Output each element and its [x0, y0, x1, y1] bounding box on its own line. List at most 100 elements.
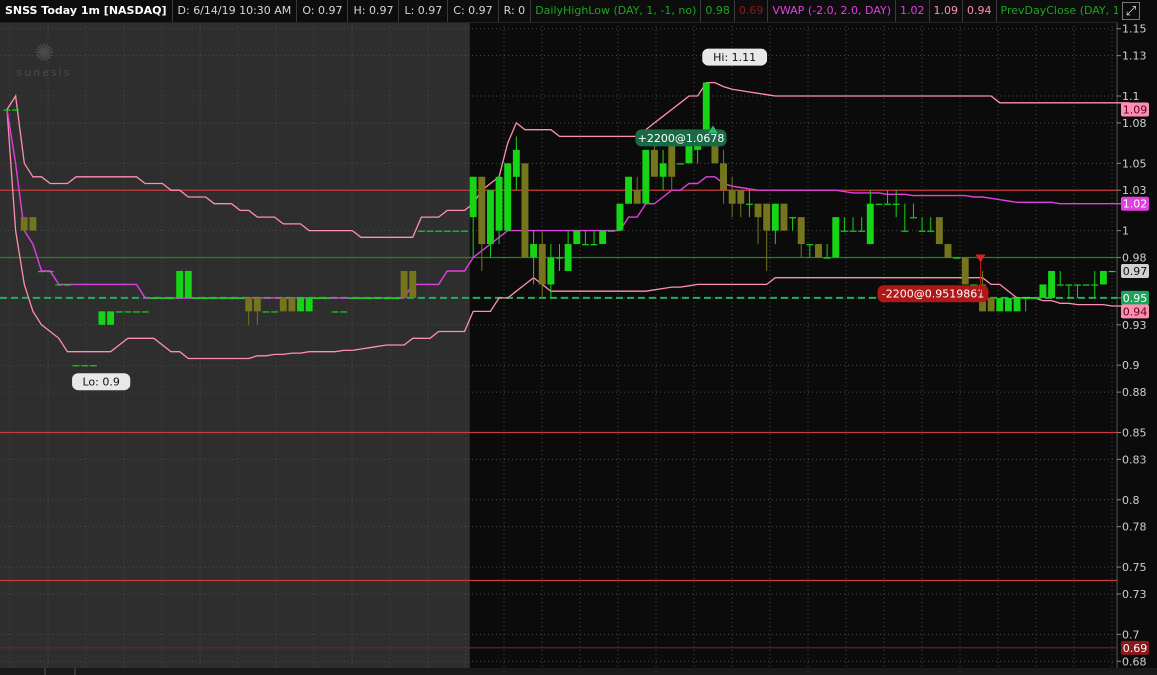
- candle: [780, 203, 788, 231]
- study-value: 0.69: [735, 0, 769, 22]
- candle: [210, 297, 218, 300]
- candle-body: [737, 190, 745, 204]
- symbol-title[interactable]: SNSS Today 1m [NASDAQ]: [0, 0, 173, 22]
- candle-body: [763, 203, 771, 231]
- candle-body: [133, 311, 140, 313]
- candle-body: [262, 311, 270, 313]
- study-legend: DailyHighLow (DAY, 1, -1, no) 0.98 0.69 VWA…: [531, 0, 1118, 22]
- candle-body: [314, 297, 322, 300]
- bar-low: L: 0.97: [399, 0, 449, 22]
- candle-body: [581, 244, 589, 246]
- candle-body: [461, 230, 468, 232]
- candle: [288, 297, 296, 312]
- candle-body: [745, 203, 753, 205]
- candle: [115, 311, 123, 313]
- candlestick-chart[interactable]: 1.15 1.13 1.1 1.08 1.05 1.03 1 0.98 0.95 0.93 0.9 0…: [0, 0, 1157, 675]
- candle: [1030, 297, 1038, 300]
- candle-body: [720, 163, 727, 191]
- candle-body: [20, 217, 28, 231]
- candle: [702, 82, 710, 137]
- candle-body: [63, 284, 71, 286]
- candle: [1013, 297, 1021, 312]
- candle: [616, 203, 624, 231]
- candle-body: [849, 230, 857, 232]
- candle: [599, 230, 607, 245]
- candle-body: [271, 311, 279, 313]
- candle-body: [556, 257, 563, 259]
- candle-body: [996, 297, 1004, 312]
- candle: [3, 109, 11, 111]
- maximize-icon[interactable]: ⤢: [1122, 2, 1140, 20]
- y-tick-label: 0.88: [1122, 386, 1147, 399]
- candle: [20, 217, 28, 231]
- candle-body: [357, 297, 365, 300]
- candle: [12, 109, 20, 111]
- candle-body: [1065, 284, 1073, 286]
- candle-body: [815, 244, 822, 258]
- candle: [98, 311, 106, 325]
- candle: [392, 297, 399, 300]
- candle-body: [521, 163, 529, 258]
- candle-body: [728, 190, 736, 204]
- y-tick-label: 1.1: [1122, 90, 1140, 103]
- candle: [443, 230, 451, 232]
- candle: [832, 217, 840, 258]
- y-tick-label: 0.9: [1122, 359, 1140, 372]
- candle-body: [918, 230, 926, 232]
- y-tick-label: 0.75: [1122, 561, 1147, 574]
- candle-body: [348, 297, 356, 300]
- y-tick-label: 1.05: [1122, 157, 1147, 170]
- candle-body: [219, 297, 227, 300]
- candle-body: [322, 297, 330, 300]
- candle-body: [150, 297, 158, 300]
- candle-body: [81, 365, 89, 367]
- annotation-text: Lo: 0.9: [82, 376, 119, 389]
- candle: [89, 365, 97, 367]
- y-tick-label: 0.7: [1122, 628, 1140, 641]
- annotation-text: Hi: 1.11: [713, 51, 756, 64]
- candle: [504, 163, 512, 231]
- candle-body: [1082, 284, 1090, 286]
- candle: [193, 297, 201, 300]
- candle: [452, 230, 460, 232]
- candle: [184, 270, 192, 298]
- candle-body: [1004, 297, 1012, 312]
- study-label[interactable]: VWAP (-2.0, 2.0, DAY): [768, 0, 897, 22]
- candle-body: [417, 230, 425, 232]
- candle-body: [1091, 284, 1099, 286]
- candle: [815, 244, 822, 258]
- candle: [314, 297, 322, 300]
- candle-body: [426, 230, 434, 232]
- candle: [202, 297, 210, 300]
- candle: [607, 230, 615, 232]
- study-value: 1.02: [896, 0, 930, 22]
- study-label[interactable]: PrevDayClose (DAY, 1, -1, no): [997, 0, 1118, 22]
- candle-body: [625, 176, 633, 204]
- candle-body: [141, 311, 149, 313]
- candle-body: [754, 203, 762, 218]
- study-label[interactable]: DailyHighLow (DAY, 1, -1, no): [531, 0, 702, 22]
- price-tag: 0.94: [1121, 304, 1149, 319]
- candle-body: [935, 217, 943, 245]
- candle-body: [1056, 284, 1064, 286]
- candle-body: [840, 230, 848, 232]
- price-tag: 0.69: [1121, 640, 1149, 655]
- candle-body: [1099, 270, 1107, 285]
- y-tick-label: 0.83: [1122, 453, 1147, 466]
- candle: [236, 297, 244, 300]
- candle: [63, 284, 71, 286]
- candle-body: [486, 190, 494, 245]
- candle-body: [228, 297, 235, 300]
- candle: [141, 311, 149, 313]
- candle-body: [987, 297, 995, 312]
- candle: [417, 230, 425, 232]
- candle: [996, 297, 1004, 312]
- price-tag: 0.95: [1121, 290, 1149, 305]
- candle: [322, 297, 330, 300]
- candle-body: [495, 176, 503, 231]
- y-tick-label: 1.15: [1122, 23, 1147, 36]
- candle: [348, 297, 356, 300]
- price-tag: 0.97: [1121, 263, 1149, 278]
- candle: [1108, 270, 1116, 273]
- candle-body: [12, 109, 20, 111]
